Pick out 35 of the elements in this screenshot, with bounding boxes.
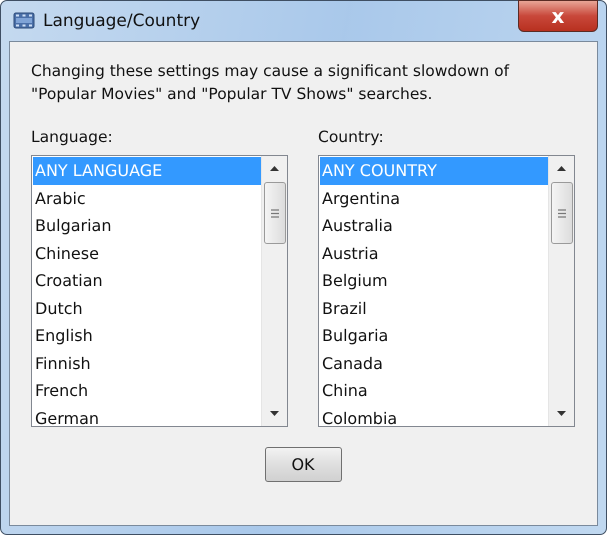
scroll-thumb[interactable] xyxy=(550,182,572,244)
film-strip-icon xyxy=(13,11,35,31)
scrollbar[interactable] xyxy=(261,156,287,426)
close-button[interactable]: x xyxy=(518,0,598,32)
list-item[interactable]: Austria xyxy=(320,240,548,267)
list-item[interactable]: German xyxy=(33,404,261,426)
grip-icon xyxy=(558,208,566,218)
ok-button[interactable]: OK xyxy=(264,447,342,482)
list-item[interactable]: Bulgaria xyxy=(320,322,548,350)
list-item[interactable]: Australia xyxy=(320,212,548,240)
list-item[interactable]: Brazil xyxy=(320,294,548,322)
list-item[interactable]: Chinese xyxy=(33,240,261,267)
list-item[interactable]: Bulgarian xyxy=(33,212,261,240)
scroll-down-icon[interactable] xyxy=(557,411,566,416)
list-item[interactable]: Canada xyxy=(320,350,548,377)
list-item[interactable]: French xyxy=(33,377,261,404)
warning-message: Changing these settings may cause a significant slowdown of "Popular Movies" and "Popular TV Shows" searches. xyxy=(31,61,510,105)
list-item[interactable]: Croatian xyxy=(33,267,261,294)
list-item[interactable]: Finnish xyxy=(33,350,261,377)
list-item[interactable]: Arabic xyxy=(33,184,261,212)
list-item[interactable]: English xyxy=(33,322,261,350)
grip-icon xyxy=(270,208,278,218)
list-item[interactable]: Dutch xyxy=(33,294,261,322)
scrollbar[interactable] xyxy=(548,156,574,426)
window-title: Language/Country xyxy=(43,11,200,31)
list-item[interactable]: China xyxy=(320,377,548,404)
scroll-up-icon[interactable] xyxy=(557,166,566,171)
list-label: Language: xyxy=(31,128,114,146)
list-item[interactable]: Belgium xyxy=(320,267,548,294)
scroll-thumb[interactable] xyxy=(264,182,286,244)
scroll-down-icon[interactable] xyxy=(270,411,279,416)
scroll-up-icon[interactable] xyxy=(270,166,279,171)
list-item[interactable]: Argentina xyxy=(320,184,548,212)
list-label: Country: xyxy=(318,128,385,146)
list-item[interactable]: Colombia xyxy=(320,404,548,426)
